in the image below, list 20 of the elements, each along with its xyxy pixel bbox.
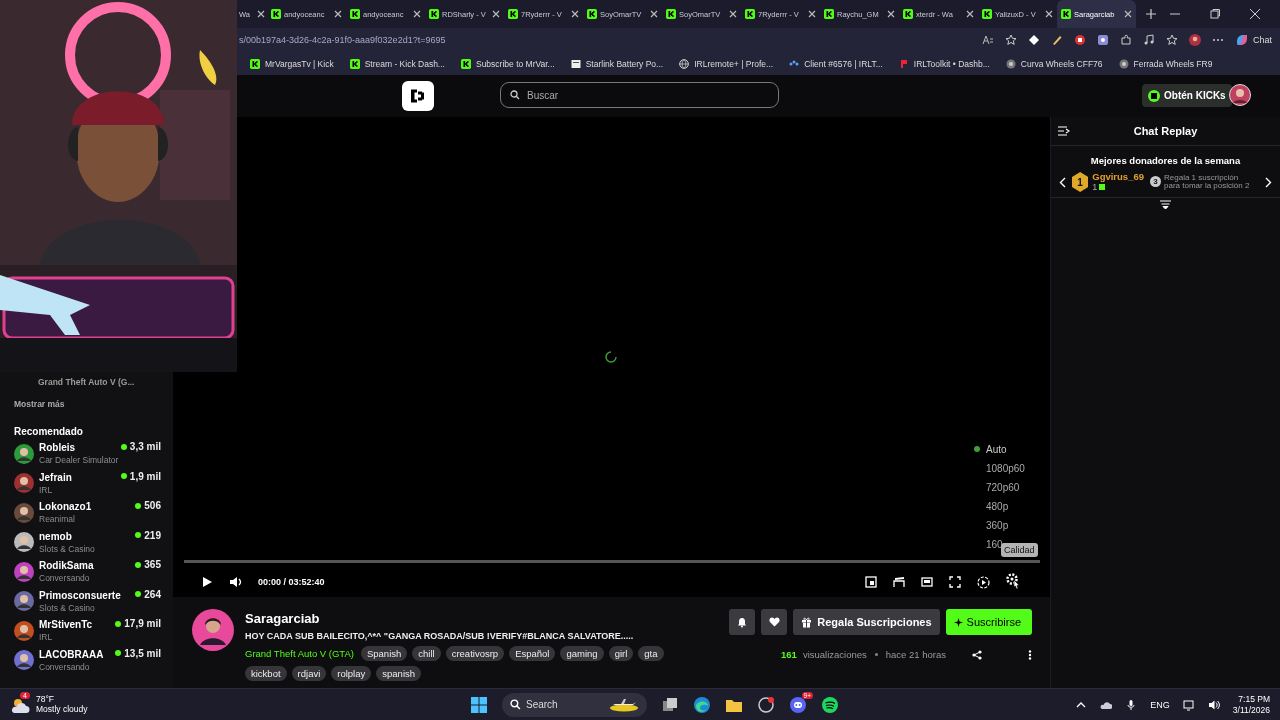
stream-age: hace 21 horas: [885, 649, 946, 660]
tooltip: Calidad: [1001, 543, 1038, 557]
rank-badge: 3: [1150, 176, 1161, 187]
gift-count: 1: [1092, 182, 1098, 192]
leaderboard-hint: Regala 1 suscripción para tomar la posición 2: [1164, 174, 1251, 190]
temperature: 78°F: [36, 694, 56, 705]
view-count: 161: [781, 649, 797, 660]
section-heading: Recomendado: [14, 426, 84, 437]
clock-time: 7:15 PM: [1238, 694, 1270, 705]
channel-category: Grand Theft Auto V (G...: [37, 377, 136, 389]
clock-date: 3/11/2026: [1232, 704, 1270, 715]
channel-name: Saragarciab: [245, 611, 321, 626]
views-label: visualizaciones: [802, 649, 867, 660]
time-display: 00:00 / 03:52:40: [258, 577, 325, 587]
stream-title: HOY CADA SUB BAILECITO,^*^ "GANGA ROSADA/SUB !VERIFY#BLANCA SALVATORE.....: [245, 631, 635, 641]
weather-condition: Mostly cloudy: [36, 704, 88, 715]
donor-name: Ggvirus_69: [1092, 172, 1144, 182]
leaderboard-title: Mejores donadores de la semana: [1089, 155, 1242, 166]
rank-badge: 1: [1072, 172, 1089, 192]
panel-title: Chat Replay: [1133, 125, 1198, 137]
